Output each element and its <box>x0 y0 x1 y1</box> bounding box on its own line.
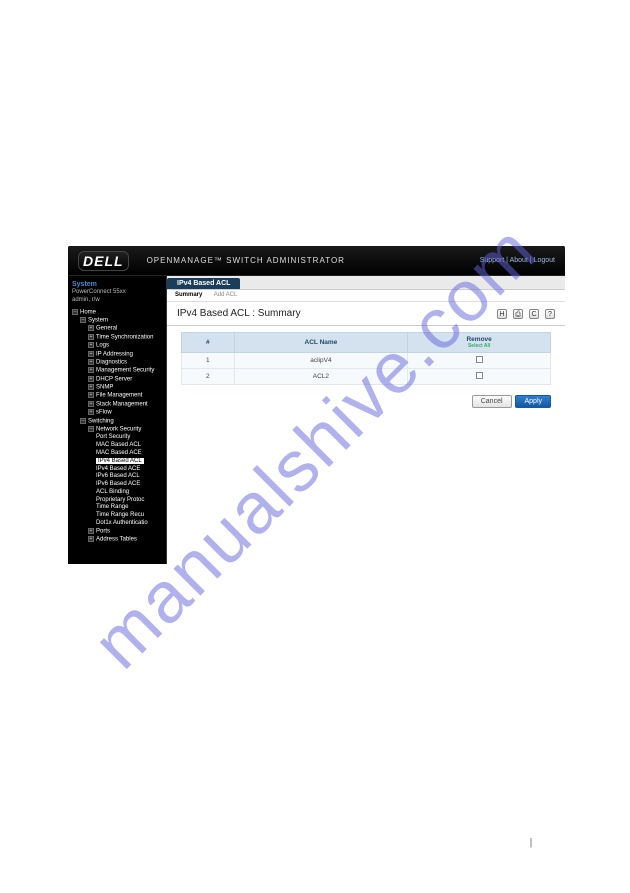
tree-home[interactable]: –Home <box>70 309 166 317</box>
print-icon[interactable]: ⎙ <box>513 309 523 319</box>
page-tabrow: IPv4 Based ACL <box>167 276 565 290</box>
tree-diagnostics[interactable]: +Diagnostics <box>70 359 166 367</box>
tree-general[interactable]: +General <box>70 325 166 333</box>
tree-mac-based-acl[interactable]: MAC Based ACL <box>70 442 166 450</box>
tab-ipv4-based-acl[interactable]: IPv4 Based ACL <box>167 278 240 289</box>
subtab-summary[interactable]: Summary <box>175 292 202 298</box>
tree-logs[interactable]: +Logs <box>70 342 166 350</box>
help-icon[interactable]: ? <box>545 309 555 319</box>
apply-button[interactable]: Apply <box>515 395 551 408</box>
app-title: OPENMANAGE™ SWITCH ADMINISTRATOR <box>147 256 345 265</box>
tree-time-sync[interactable]: +Time Synchronization <box>70 334 166 342</box>
tree-ports[interactable]: +Ports <box>70 528 166 536</box>
col-num: # <box>182 333 235 353</box>
table-row: 2 ACL2 <box>182 369 551 385</box>
link-about[interactable]: About <box>510 257 528 264</box>
tree-snmp[interactable]: +SNMP <box>70 384 166 392</box>
cancel-button[interactable]: Cancel <box>472 395 512 408</box>
tree-mac-based-ace[interactable]: MAC Based ACE <box>70 450 166 458</box>
tree-dot1x-auth[interactable]: Dot1x Authenticatio <box>70 520 166 528</box>
page-title: IPv4 Based ACL : Summary <box>177 308 301 319</box>
tree-ipv6-based-acl[interactable]: IPv6 Based ACL <box>70 473 166 481</box>
tree-network-security[interactable]: –Network Security <box>70 426 166 434</box>
acl-table: # ACL Name Remove Select All 1 aclipV4 <box>181 332 551 385</box>
select-all-link[interactable]: Select All <box>412 343 546 349</box>
save-icon[interactable]: H <box>497 309 507 319</box>
subtab-row: Summary Add ACL <box>167 290 565 302</box>
table-row: 1 aclipV4 <box>182 353 551 369</box>
nav-sidebar: System PowerConnect 55xx admin, r/w –Hom… <box>68 276 166 564</box>
tree-port-security[interactable]: Port Security <box>70 434 166 442</box>
tree-acl-binding[interactable]: ACL Binding <box>70 489 166 497</box>
remove-checkbox[interactable] <box>476 372 483 379</box>
nav-tree: –Home –System +General +Time Synchroniza… <box>70 309 166 545</box>
dell-logo: DELL <box>78 251 129 271</box>
refresh-icon[interactable]: C <box>529 309 539 319</box>
tree-address-tables[interactable]: +Address Tables <box>70 536 166 544</box>
tree-sflow[interactable]: +sFlow <box>70 409 166 417</box>
tree-stack-mgmt[interactable]: +Stack Management <box>70 401 166 409</box>
page-footer-mark: | <box>530 837 532 848</box>
header-links: Support | About | Logout <box>480 257 555 264</box>
screenshot-region: DELL OPENMANAGE™ SWITCH ADMINISTRATOR Su… <box>68 246 565 564</box>
button-row: Cancel Apply <box>167 391 565 408</box>
device-model: PowerConnect 55xx <box>70 289 166 297</box>
tree-dhcp-server[interactable]: +DHCP Server <box>70 376 166 384</box>
tree-ipv4-based-ace[interactable]: IPv4 Based ACE <box>70 466 166 474</box>
tree-file-mgmt[interactable]: +File Management <box>70 392 166 400</box>
cell-acl-name: aclipV4 <box>234 353 408 369</box>
cell-row-num: 1 <box>182 353 235 369</box>
main-panel: IPv4 Based ACL Summary Add ACL IPv4 Base… <box>166 276 565 564</box>
system-heading: System <box>70 280 166 289</box>
remove-checkbox[interactable] <box>476 356 483 363</box>
tree-system[interactable]: –System <box>70 317 166 325</box>
tree-switching[interactable]: –Switching <box>70 418 166 426</box>
tree-mgmt-security[interactable]: +Management Security <box>70 367 166 375</box>
tree-ip-addressing[interactable]: +IP Addressing <box>70 351 166 359</box>
tree-time-range[interactable]: Time Range <box>70 504 166 512</box>
app-header: DELL OPENMANAGE™ SWITCH ADMINISTRATOR Su… <box>68 246 565 276</box>
cell-acl-name: ACL2 <box>234 369 408 385</box>
link-logout[interactable]: Logout <box>534 257 555 264</box>
subtab-add-acl[interactable]: Add ACL <box>214 292 238 298</box>
tree-ipv6-based-ace[interactable]: IPv6 Based ACE <box>70 481 166 489</box>
col-acl-name: ACL Name <box>234 333 408 353</box>
tree-proprietary-protoc[interactable]: Proprietary Protoc <box>70 497 166 505</box>
page-toolbar: H ⎙ C ? <box>497 309 555 319</box>
col-remove: Remove Select All <box>408 333 551 353</box>
user-role: admin, r/w <box>70 297 166 305</box>
cell-row-num: 2 <box>182 369 235 385</box>
link-support[interactable]: Support <box>480 257 505 264</box>
tree-time-range-recu[interactable]: Time Range Recu <box>70 512 166 520</box>
tree-ipv4-based-acl[interactable]: IPv4 Based ACL <box>70 458 166 466</box>
